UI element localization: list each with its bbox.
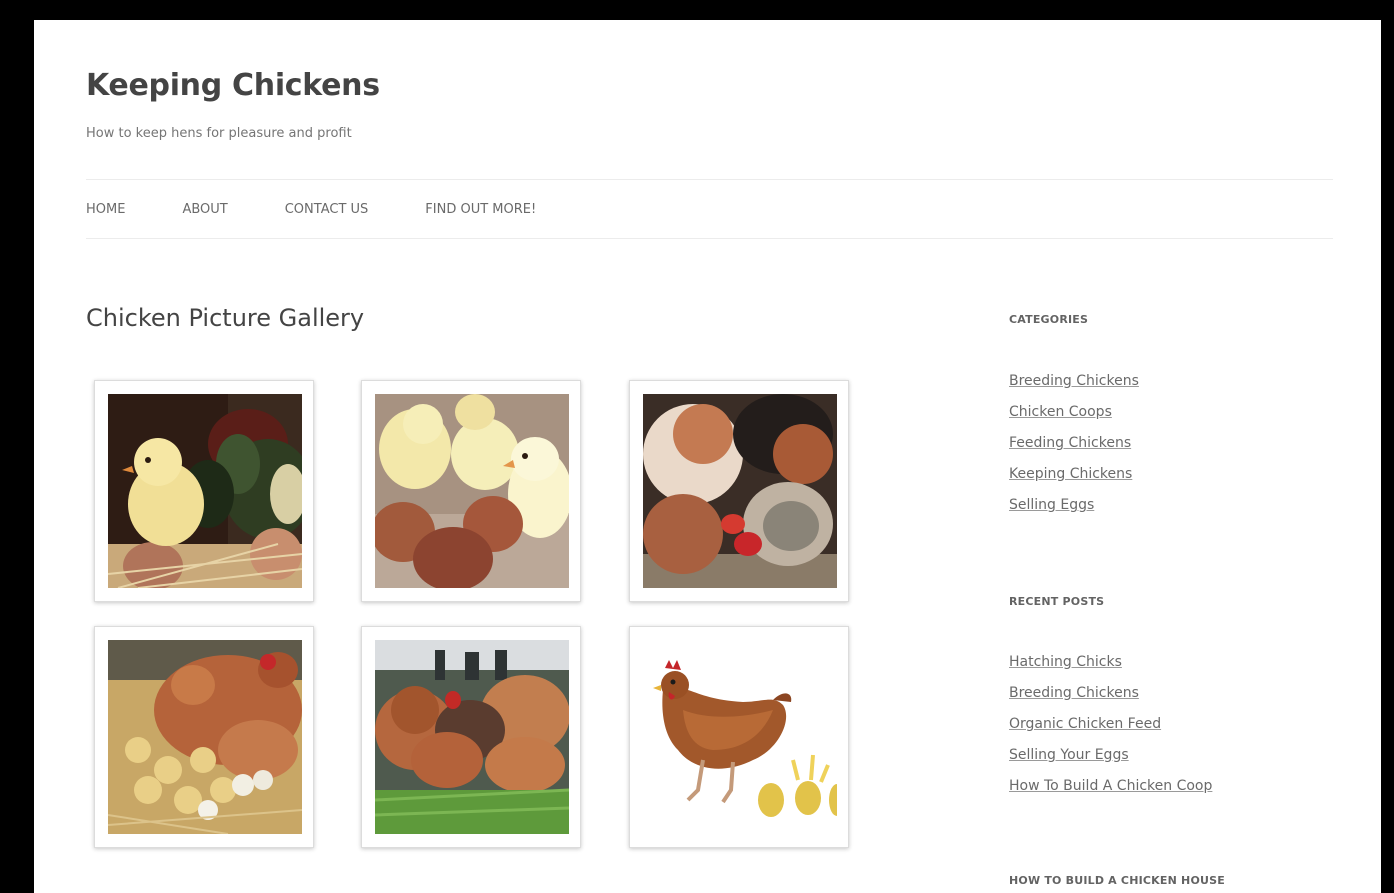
- post-organic-chicken-feed-link[interactable]: Organic Chicken Feed: [1009, 716, 1161, 732]
- gallery-item-3[interactable]: [629, 380, 849, 602]
- chicks-and-brown-eggs-photo: [375, 394, 569, 588]
- gallery-item-1[interactable]: [94, 380, 314, 602]
- category-chicken-coops-link[interactable]: Chicken Coops: [1009, 404, 1112, 420]
- page: Keeping Chickens How to keep hens for pl…: [34, 20, 1381, 893]
- nav-find-out-more[interactable]: FIND OUT MORE!: [425, 202, 536, 217]
- list-item: Organic Chicken Feed: [1009, 713, 1212, 744]
- nav-about[interactable]: ABOUT: [182, 202, 227, 217]
- post-breeding-chickens-link[interactable]: Breeding Chickens: [1009, 685, 1139, 701]
- chick-with-eggs-photo: [108, 394, 302, 588]
- list-item: Breeding Chickens: [1009, 682, 1212, 713]
- site-tagline: How to keep hens for pleasure and profit: [86, 126, 352, 141]
- nav-home[interactable]: HOME: [86, 202, 125, 217]
- gallery-item-4[interactable]: [94, 626, 314, 848]
- post-hatching-chicks-link[interactable]: Hatching Chicks: [1009, 654, 1122, 670]
- list-item: Breeding Chickens: [1009, 370, 1139, 401]
- category-keeping-chickens-link[interactable]: Keeping Chickens: [1009, 466, 1132, 482]
- category-selling-eggs-link[interactable]: Selling Eggs: [1009, 497, 1094, 513]
- list-item: How To Build A Chicken Coop: [1009, 775, 1212, 806]
- hen-laying-eggs-illustration: [643, 640, 837, 834]
- categories-widget-title: CATEGORIES: [1009, 313, 1089, 326]
- recent-posts-widget-title: RECENT POSTS: [1009, 595, 1105, 608]
- hens-on-grass-photo: [375, 640, 569, 834]
- list-item: Hatching Chicks: [1009, 651, 1212, 682]
- chicken-house-widget-title: HOW TO BUILD A CHICKEN HOUSE: [1009, 874, 1225, 887]
- list-item: Feeding Chickens: [1009, 432, 1139, 463]
- list-item: Selling Eggs: [1009, 494, 1139, 525]
- hens-pecking-photo: [643, 394, 837, 588]
- category-breeding-chickens-link[interactable]: Breeding Chickens: [1009, 373, 1139, 389]
- site-title[interactable]: Keeping Chickens: [86, 68, 380, 103]
- categories-list: Breeding Chickens Chicken Coops Feeding …: [1009, 370, 1139, 525]
- category-feeding-chickens-link[interactable]: Feeding Chickens: [1009, 435, 1131, 451]
- main-navigation: HOME ABOUT CONTACT US FIND OUT MORE!: [86, 179, 1333, 239]
- gallery-item-6[interactable]: [629, 626, 849, 848]
- gallery-item-2[interactable]: [361, 380, 581, 602]
- list-item: Keeping Chickens: [1009, 463, 1139, 494]
- post-build-chicken-coop-link[interactable]: How To Build A Chicken Coop: [1009, 778, 1212, 794]
- list-item: Selling Your Eggs: [1009, 744, 1212, 775]
- hen-with-chicks-photo: [108, 640, 302, 834]
- list-item: Chicken Coops: [1009, 401, 1139, 432]
- page-title: Chicken Picture Gallery: [86, 304, 365, 332]
- recent-posts-list: Hatching Chicks Breeding Chickens Organi…: [1009, 651, 1212, 806]
- post-selling-your-eggs-link[interactable]: Selling Your Eggs: [1009, 747, 1129, 763]
- gallery-item-5[interactable]: [361, 626, 581, 848]
- nav-contact-us[interactable]: CONTACT US: [285, 202, 369, 217]
